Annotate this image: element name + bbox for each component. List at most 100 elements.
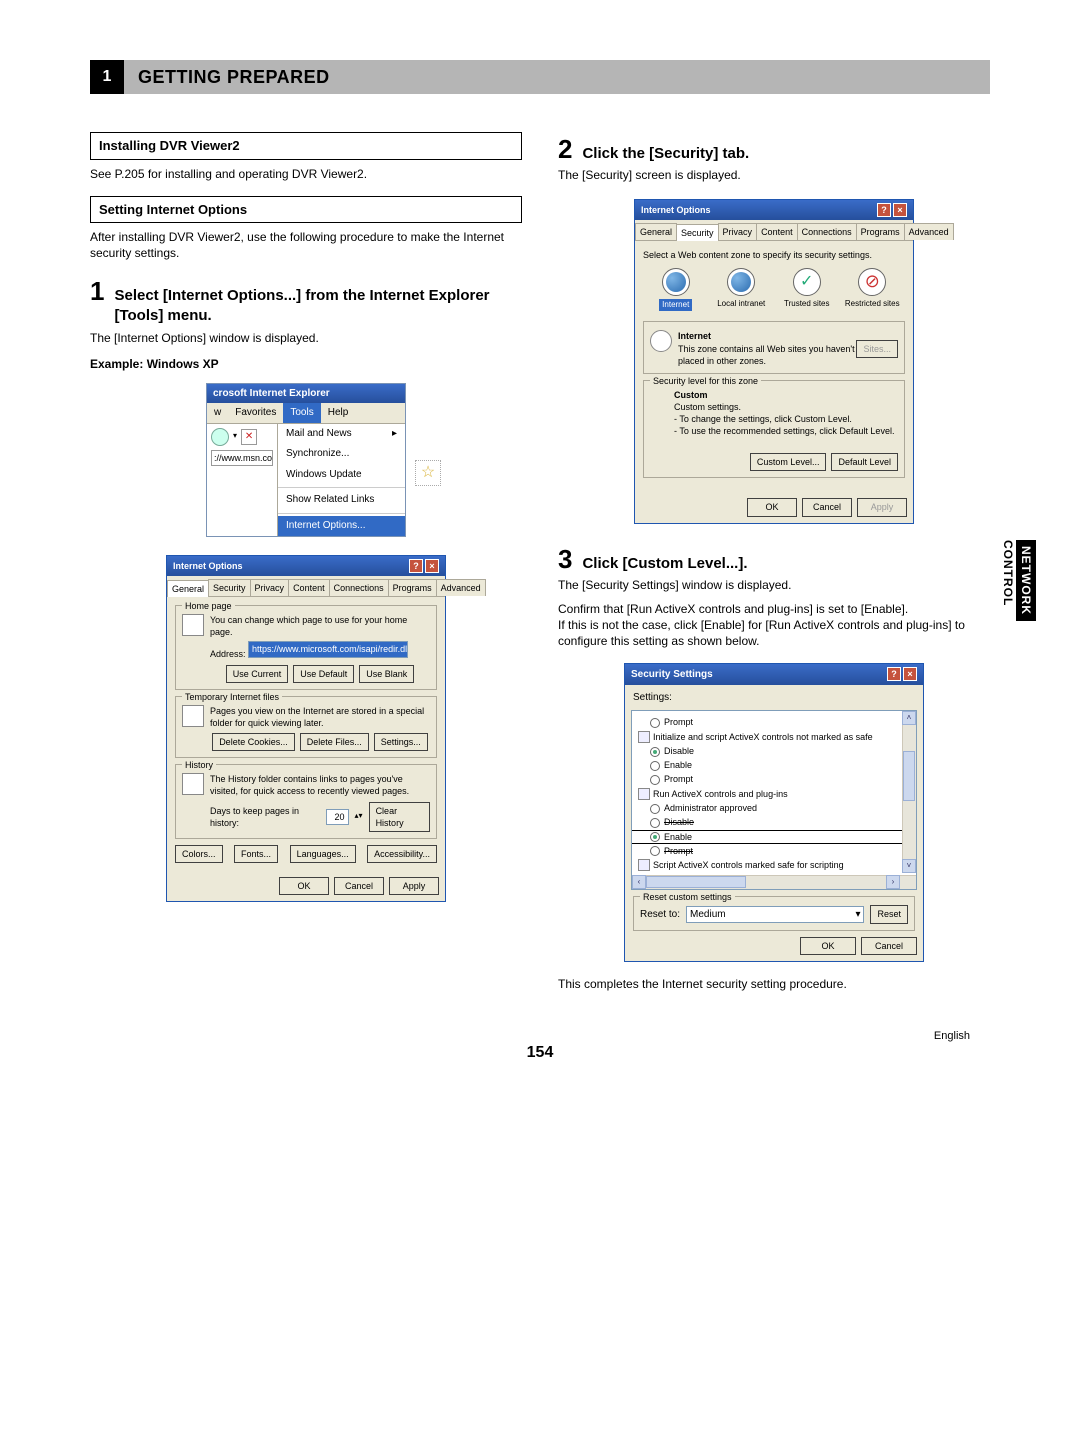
radio-icon[interactable] bbox=[650, 804, 660, 814]
tree-option[interactable]: Prompt bbox=[634, 772, 916, 786]
tree-option[interactable]: Enable bbox=[634, 830, 916, 844]
settings-button[interactable]: Settings... bbox=[374, 733, 428, 751]
back-icon[interactable] bbox=[211, 428, 229, 446]
scroll-up-icon[interactable]: ˄ bbox=[902, 711, 916, 725]
scroll-thumb-h[interactable] bbox=[646, 876, 746, 888]
zone-info-icon bbox=[650, 330, 672, 352]
addr-input[interactable]: https://www.microsoft.com/isapi/redir.dl… bbox=[248, 641, 408, 657]
zone-info: Internet This zone contains all Web site… bbox=[643, 321, 905, 373]
close-icon[interactable]: × bbox=[425, 559, 439, 573]
stop-icon[interactable]: ✕ bbox=[241, 429, 257, 445]
fonts-button[interactable]: Fonts... bbox=[234, 845, 278, 863]
radio-icon[interactable] bbox=[650, 747, 660, 757]
tab-programs[interactable]: Programs bbox=[856, 223, 905, 240]
use-default-button[interactable]: Use Default bbox=[293, 665, 354, 683]
ok-button[interactable]: OK bbox=[747, 498, 797, 516]
zone-internet[interactable]: Internet bbox=[647, 268, 705, 312]
tab-security[interactable]: Security bbox=[676, 224, 719, 241]
menu-help[interactable]: Help bbox=[321, 403, 356, 423]
use-blank-button[interactable]: Use Blank bbox=[359, 665, 414, 683]
zone-restricted[interactable]: Restricted sites bbox=[843, 268, 901, 312]
days-input[interactable]: 20 bbox=[326, 809, 349, 825]
dd-winupdate[interactable]: Windows Update bbox=[278, 465, 405, 486]
tab-connections[interactable]: Connections bbox=[329, 579, 389, 596]
tab-content[interactable]: Content bbox=[288, 579, 330, 596]
tab-general[interactable]: General bbox=[167, 580, 209, 597]
tree-option[interactable]: Enable bbox=[634, 758, 916, 772]
tree-option[interactable]: Prompt bbox=[634, 715, 916, 729]
delete-files-button[interactable]: Delete Files... bbox=[300, 733, 369, 751]
help-icon[interactable]: ? bbox=[877, 203, 891, 217]
block-icon bbox=[858, 268, 886, 296]
ok-button[interactable]: OK bbox=[279, 877, 329, 895]
radio-icon[interactable] bbox=[650, 761, 660, 771]
dd-internet-options[interactable]: Internet Options... bbox=[278, 516, 405, 537]
radio-icon[interactable] bbox=[650, 775, 660, 785]
days-label: Days to keep pages in history: bbox=[210, 805, 320, 829]
tree-option[interactable]: Disable bbox=[634, 815, 916, 829]
help-icon[interactable]: ? bbox=[409, 559, 423, 573]
reset-button[interactable]: Reset bbox=[870, 905, 908, 923]
apply-button[interactable]: Apply bbox=[389, 877, 439, 895]
tab-programs[interactable]: Programs bbox=[388, 579, 437, 596]
dd-related[interactable]: Show Related Links bbox=[278, 490, 405, 511]
scroll-right-icon[interactable]: › bbox=[886, 875, 900, 889]
default-level-button[interactable]: Default Level bbox=[831, 453, 898, 471]
scroll-left-icon[interactable]: ‹ bbox=[632, 875, 646, 889]
zone-trusted[interactable]: Trusted sites bbox=[778, 268, 836, 312]
ok-button[interactable]: OK bbox=[800, 937, 856, 955]
tab-advanced[interactable]: Advanced bbox=[436, 579, 486, 596]
addr-label: Address: bbox=[210, 650, 246, 660]
radio-icon[interactable] bbox=[650, 818, 660, 828]
zone-info-text: This zone contains all Web sites you hav… bbox=[678, 343, 856, 367]
languages-button[interactable]: Languages... bbox=[290, 845, 356, 863]
colors-button[interactable]: Colors... bbox=[175, 845, 223, 863]
address-bar[interactable]: ://www.msn.con bbox=[211, 450, 273, 466]
custom-text3: - To use the recommended settings, click… bbox=[674, 425, 898, 437]
apply-button[interactable]: Apply bbox=[857, 498, 907, 516]
tab-privacy[interactable]: Privacy bbox=[250, 579, 290, 596]
security-settings-dialog: Security Settings ?× Settings: PromptIni… bbox=[624, 663, 924, 961]
tree-option[interactable]: Administrator approved bbox=[634, 801, 916, 815]
tab-general[interactable]: General bbox=[635, 223, 677, 240]
tab-advanced[interactable]: Advanced bbox=[904, 223, 954, 240]
radio-icon[interactable] bbox=[650, 846, 660, 856]
tab-connections[interactable]: Connections bbox=[797, 223, 857, 240]
help-icon[interactable]: ? bbox=[887, 667, 901, 681]
use-current-button[interactable]: Use Current bbox=[226, 665, 289, 683]
reset-select[interactable]: Medium▾ bbox=[686, 906, 864, 924]
content-columns: Installing DVR Viewer2 See P.205 for ins… bbox=[90, 132, 990, 992]
temp-icon bbox=[182, 705, 204, 727]
cancel-button[interactable]: Cancel bbox=[802, 498, 852, 516]
history-text: The History folder contains links to pag… bbox=[210, 773, 430, 797]
custom-level-button[interactable]: Custom Level... bbox=[750, 453, 827, 471]
cancel-button[interactable]: Cancel bbox=[334, 877, 384, 895]
tree-option[interactable]: Disable bbox=[634, 744, 916, 758]
dd-mail[interactable]: Mail and News bbox=[278, 424, 405, 445]
accessibility-button[interactable]: Accessibility... bbox=[367, 845, 437, 863]
cancel-button[interactable]: Cancel bbox=[861, 937, 917, 955]
temp-group: Temporary Internet files Pages you view … bbox=[175, 696, 437, 758]
zone-intranet[interactable]: Local intranet bbox=[712, 268, 770, 312]
clear-history-button[interactable]: Clear History bbox=[369, 802, 430, 832]
dd-sync[interactable]: Synchronize... bbox=[278, 444, 405, 465]
installing-text: See P.205 for installing and operating D… bbox=[90, 166, 522, 182]
delete-cookies-button[interactable]: Delete Cookies... bbox=[212, 733, 295, 751]
check-icon bbox=[793, 268, 821, 296]
menu-tools[interactable]: Tools bbox=[283, 403, 320, 423]
close-icon[interactable]: × bbox=[893, 203, 907, 217]
radio-icon[interactable] bbox=[650, 718, 660, 728]
sites-button[interactable]: Sites... bbox=[856, 340, 898, 358]
tab-privacy[interactable]: Privacy bbox=[718, 223, 758, 240]
tab-security[interactable]: Security bbox=[208, 579, 251, 596]
scroll-thumb-v[interactable] bbox=[903, 751, 915, 801]
section-title: GETTING PREPARED bbox=[138, 65, 330, 89]
settings-tree[interactable]: PromptInitialize and script ActiveX cont… bbox=[631, 710, 917, 890]
close-icon[interactable]: × bbox=[903, 667, 917, 681]
tab-content[interactable]: Content bbox=[756, 223, 798, 240]
menu-favorites[interactable]: Favorites bbox=[228, 403, 283, 423]
menu-view[interactable]: w bbox=[207, 403, 228, 423]
scroll-down-icon[interactable]: ˅ bbox=[902, 859, 916, 873]
closing-text: This completes the Internet security set… bbox=[558, 976, 990, 992]
tree-option[interactable]: Prompt bbox=[634, 844, 916, 858]
